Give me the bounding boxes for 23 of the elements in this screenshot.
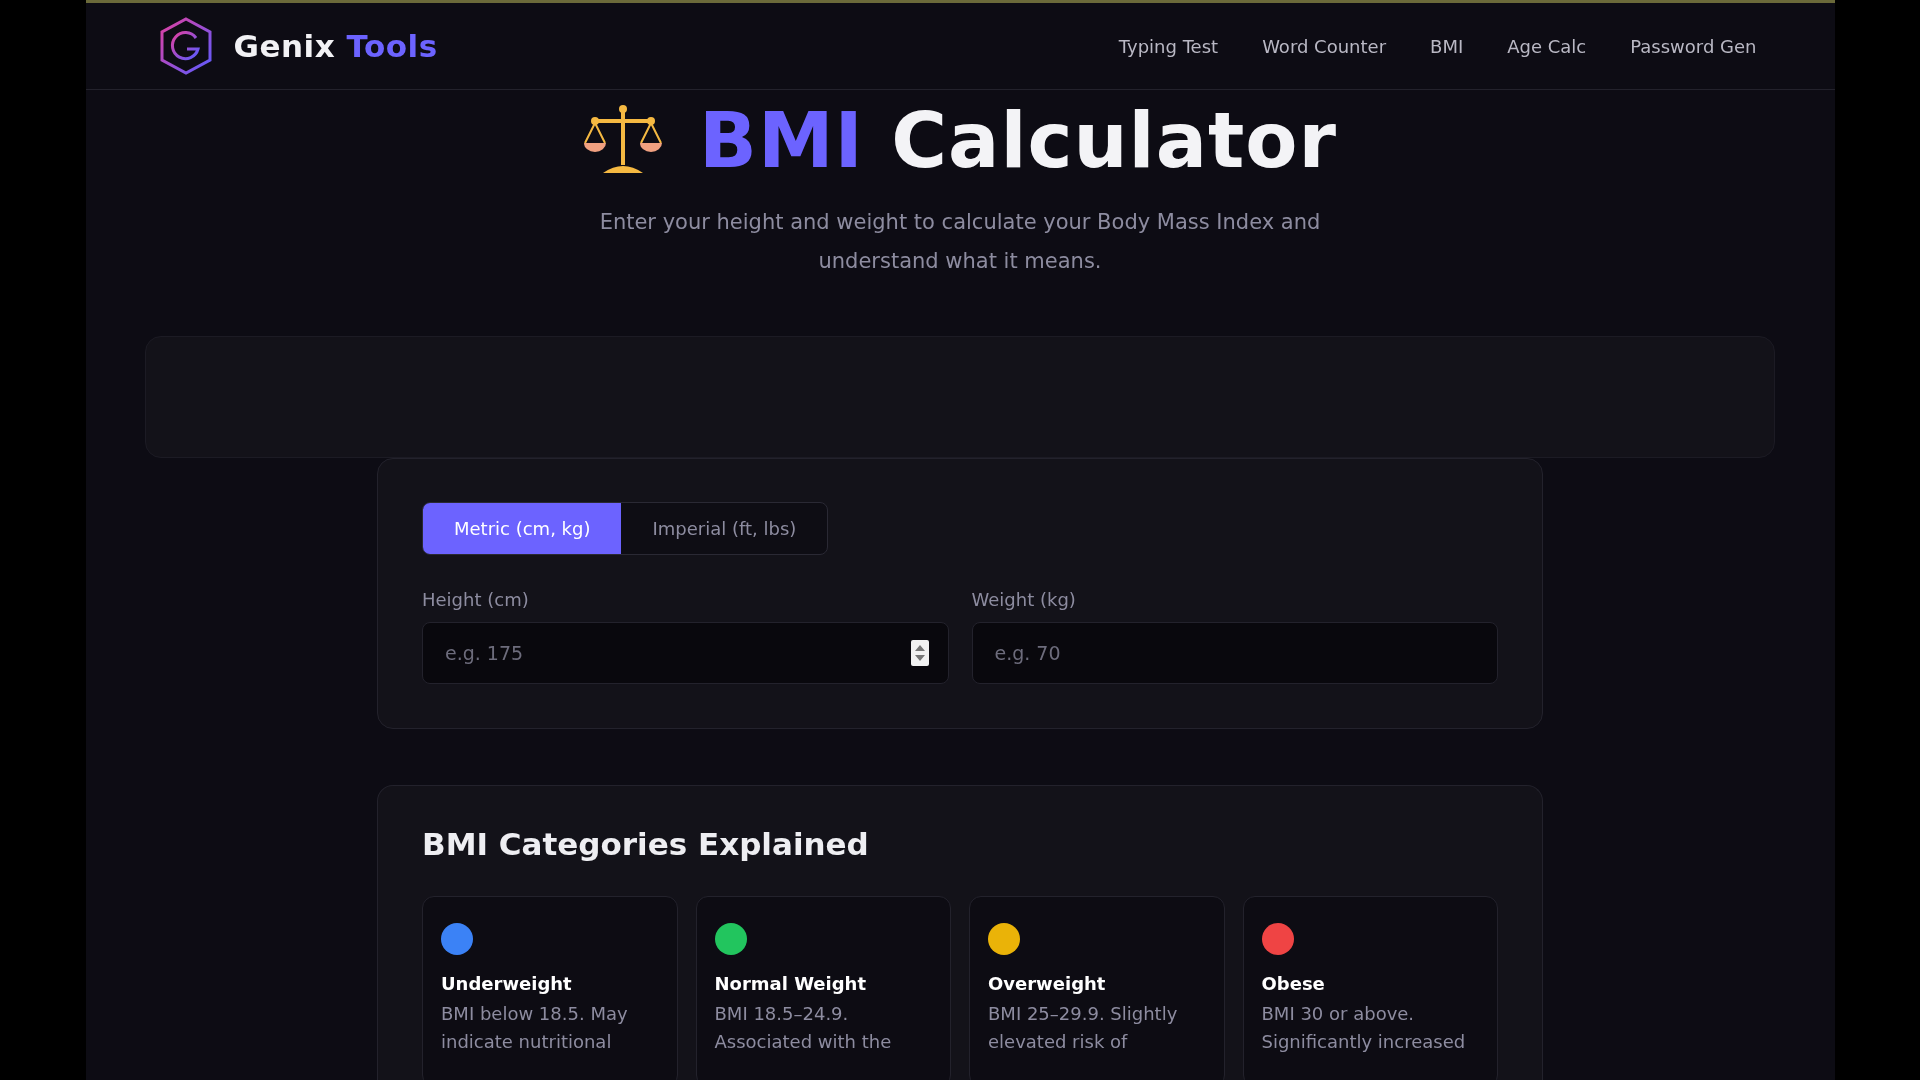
nav-link[interactable]: Age Calc — [1507, 35, 1587, 57]
brand-name[interactable]: Genix Tools — [233, 28, 438, 64]
field-label: Height (cm) — [422, 589, 530, 610]
nav-link[interactable]: BMI — [1430, 35, 1464, 57]
field-label: Weight (kg) — [971, 589, 1077, 610]
category-description: BMI 18.5–24.9. Associated with the — [714, 1002, 893, 1054]
nav-link[interactable]: Typing Test — [1118, 35, 1219, 57]
unit-tab[interactable]: Metric (cm, kg) — [423, 503, 622, 554]
input-field[interactable]: e.g. 70 — [971, 622, 1498, 684]
category-name: Overweight — [988, 973, 1106, 994]
page-subtitle: Enter your height and weight to calculate your Body Mass Index and understand what it means. — [598, 209, 1322, 275]
category-name: Underweight — [441, 973, 572, 994]
nav-link[interactable]: Password Gen — [1630, 35, 1757, 57]
category-name: Obese — [1261, 973, 1325, 994]
unit-tab[interactable]: Imperial (ft, lbs) — [621, 503, 828, 554]
category-description: BMI 25–29.9. Slightly elevated risk of — [988, 1002, 1179, 1054]
page-title: BMI Calculator — [699, 96, 1337, 185]
category-description: BMI 30 or above. Significantly increased — [1261, 1002, 1467, 1054]
section-heading: BMI Categories Explained — [422, 826, 870, 862]
category-description: BMI below 18.5. May indicate nutritional — [441, 1002, 629, 1054]
nav-link[interactable]: Word Counter — [1262, 35, 1387, 57]
category-name: Normal Weight — [714, 973, 867, 994]
input-field[interactable]: e.g. 175 — [422, 622, 949, 684]
